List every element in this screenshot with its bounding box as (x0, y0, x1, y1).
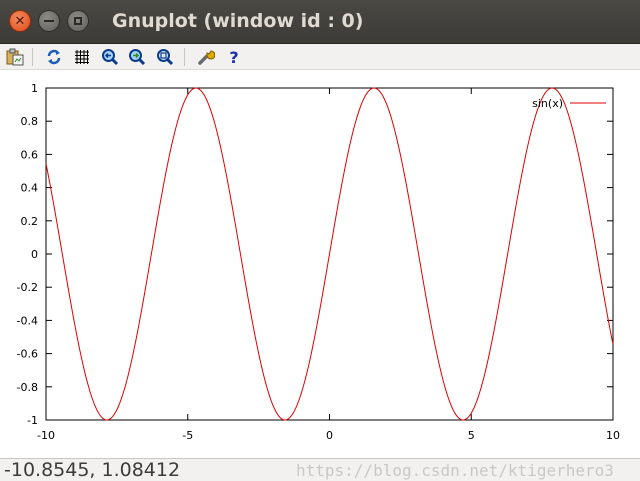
svg-text:?: ? (229, 48, 238, 66)
maximize-icon (74, 17, 82, 25)
window-title: Gnuplot (window id : 0) (112, 10, 364, 32)
y-axis: -1 -0.8 -0.6 -0.4 -0.2 0 0.2 0.4 0.6 0.8 1 (17, 82, 613, 427)
legend: sin(x) (532, 97, 606, 110)
zoom-previous-button[interactable] (100, 47, 120, 67)
x-tick-label: 10 (606, 429, 620, 442)
y-tick-label: -0.6 (17, 348, 38, 361)
y-tick-label: 0.2 (21, 215, 39, 228)
toolbar-separator (184, 48, 185, 66)
help-button[interactable]: ? (224, 47, 244, 67)
y-tick-label: 0.4 (21, 182, 39, 195)
wrench-icon (198, 50, 215, 65)
zoom-previous-icon (102, 49, 119, 66)
chart-canvas[interactable]: -1 -0.8 -0.6 -0.4 -0.2 0 0.2 0.4 0.6 0.8 1 -10 -5 0 5… (0, 70, 640, 458)
x-tick-label: -5 (182, 429, 193, 442)
legend-label: sin(x) (532, 97, 563, 110)
toolbar-separator (32, 48, 33, 66)
y-tick-label: -0.4 (17, 314, 38, 327)
minimize-icon (44, 20, 54, 22)
y-tick-label: -0.8 (17, 381, 38, 394)
x-tick-label: 5 (468, 429, 475, 442)
window-titlebar: ✕ Gnuplot (window id : 0) (0, 0, 640, 44)
zoom-next-icon (129, 49, 146, 66)
y-tick-label: 0.6 (21, 148, 39, 161)
grid-toggle-button[interactable] (72, 47, 92, 67)
x-tick-label: -10 (37, 429, 55, 442)
status-bar: -10.8545, 1.08412 https://blog.csdn.net/… (0, 458, 640, 481)
y-tick-label: 1 (31, 82, 38, 95)
help-icon: ? (229, 48, 238, 66)
replot-button[interactable] (44, 47, 64, 67)
grid-icon (75, 50, 89, 64)
configure-button[interactable] (196, 47, 216, 67)
toolbar: ? (0, 44, 640, 70)
autoscale-button[interactable] (155, 47, 175, 67)
copy-to-clipboard-button[interactable] (5, 47, 25, 67)
y-tick-label: -1 (27, 414, 38, 427)
x-tick-label: 0 (326, 429, 333, 442)
copy-to-clipboard-icon (6, 48, 24, 66)
zoom-next-button[interactable] (127, 47, 147, 67)
close-window-button[interactable]: ✕ (9, 10, 31, 32)
replot-icon (47, 49, 61, 65)
close-icon: ✕ (14, 13, 26, 29)
plot-area[interactable]: -1 -0.8 -0.6 -0.4 -0.2 0 0.2 0.4 0.6 0.8 1 -10 -5 0 5… (0, 70, 640, 458)
watermark-text: https://blog.csdn.net/ktigerhero3 (296, 461, 614, 480)
sin-curve (45, 87, 614, 421)
y-tick-label: 0.8 (21, 115, 39, 128)
maximize-window-button[interactable] (67, 10, 89, 32)
y-tick-label: 0 (31, 248, 38, 261)
autoscale-icon (157, 49, 174, 66)
cursor-coordinates: -10.8545, 1.08412 (4, 459, 181, 481)
minimize-window-button[interactable] (38, 10, 60, 32)
y-tick-label: -0.2 (17, 281, 38, 294)
